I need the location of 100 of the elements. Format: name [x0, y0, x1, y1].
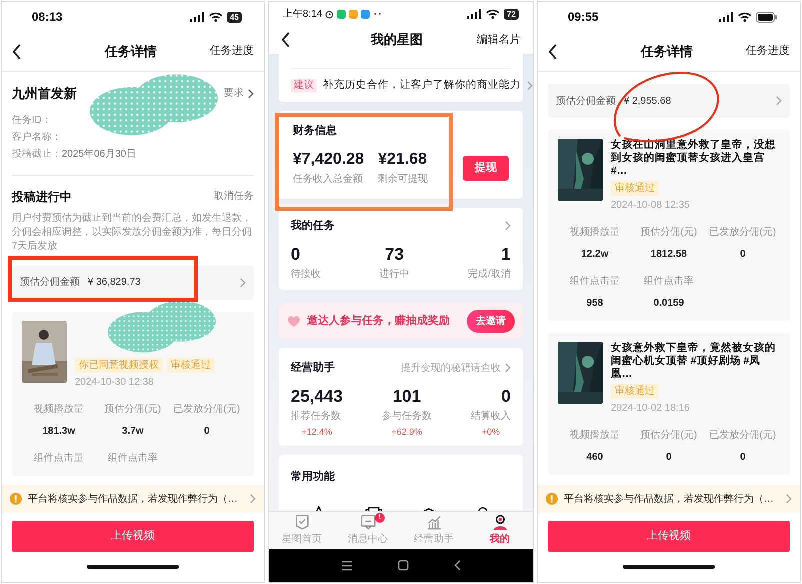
video-date: 2024-10-30 12:38 — [75, 376, 155, 390]
stat-value: 0 — [291, 244, 300, 264]
signal-icon — [467, 9, 482, 19]
stat-value: 0.0159 — [654, 297, 684, 311]
requirements-link[interactable]: 要求 — [224, 86, 244, 102]
withdraw-button[interactable]: 提现 — [463, 156, 509, 180]
stat-label: 已发放分佣(元) — [710, 226, 776, 240]
stat-label: 视频播放量 — [34, 402, 84, 416]
stat-label: 进行中 — [380, 268, 410, 282]
battery-indicator: 45 — [227, 12, 242, 22]
status-time: 上午8:14 — [283, 8, 322, 22]
video-date: 2024-10-08 12:35 — [611, 199, 691, 213]
stat-label: 待接收 — [291, 268, 321, 282]
status-time: 08:13 — [32, 9, 63, 26]
field-label: 投稿截止： — [12, 148, 62, 162]
stat-label: 完成/取消 — [468, 268, 511, 282]
commission-label: 预估分佣金额 — [556, 94, 616, 108]
commission-row[interactable]: 预估分佣金额 ¥ 36,829.73 — [12, 266, 254, 300]
stat-label: 结算收入 — [471, 410, 511, 424]
field-label: 客户名称： — [12, 130, 62, 144]
stat-value: 25,443 — [291, 386, 343, 406]
edit-card-link[interactable]: 编辑名片 — [477, 32, 521, 48]
cancel-task-link[interactable]: 取消任务 — [214, 189, 254, 204]
stat-label: 参与任务数 — [382, 410, 432, 424]
chevron-right-icon — [248, 88, 254, 99]
more-icon — [374, 12, 382, 16]
tab-item[interactable]: 经营助手 — [401, 512, 467, 549]
menu-icon[interactable] — [341, 560, 354, 570]
amount-value: ¥21.68 — [378, 150, 428, 170]
stat-value: 12.2w — [581, 248, 609, 262]
notice-bar[interactable]: 平台将核实参与作品数据，若发现作弊行为（… — [538, 485, 800, 513]
stat-label: 预估分佣(元) — [640, 226, 698, 240]
task-progress-link[interactable]: 任务进度 — [746, 43, 790, 60]
back-icon[interactable] — [548, 44, 558, 60]
invite-button[interactable]: 去邀请 — [467, 310, 515, 332]
upload-video-button[interactable]: 上传视频 — [12, 521, 254, 552]
battery-indicator: 72 — [504, 8, 519, 20]
alarm-icon — [325, 10, 334, 18]
tips-link[interactable]: 提升变现的秘籍请查收 — [401, 360, 501, 376]
chart-icon — [426, 514, 442, 531]
suggestion-tag: 建议 — [291, 78, 317, 92]
stat-value: 0 — [666, 451, 672, 465]
app-notification-icons — [337, 10, 372, 18]
stat-label: 组件点击量 — [34, 452, 84, 466]
stat-value: 181.3w — [42, 424, 76, 438]
tab-item[interactable]: 星图首页 — [269, 512, 335, 549]
card-title: 我的任务 — [291, 218, 335, 234]
task-progress-link[interactable]: 任务进度 — [210, 43, 254, 60]
stat-value: 0 — [204, 424, 210, 438]
amount-label: 剩余可提现 — [378, 172, 428, 186]
status-tag: 你已同意视频授权 — [75, 358, 163, 372]
commission-amount: ¥ 36,829.73 — [88, 276, 142, 290]
invite-text: 邀达人参与任务，赚抽成奖励 — [307, 314, 451, 329]
stat-change: +12.4% — [302, 426, 332, 438]
chevron-right-icon — [786, 494, 792, 504]
battery-icon — [756, 12, 778, 22]
stat-value: 3.7w — [122, 424, 144, 438]
notice-text: 平台将核实参与作品数据，若发现作弊行为（… — [564, 492, 775, 506]
stat-change: +62.9% — [392, 426, 422, 438]
stat-value: 0 — [502, 386, 511, 406]
message-icon — [360, 514, 376, 531]
back-icon[interactable] — [454, 560, 461, 571]
status-tag: 审核通过 — [167, 358, 215, 372]
chevron-right-icon — [776, 96, 782, 106]
signal-icon — [190, 12, 206, 22]
tab-item[interactable]: 我的 — [467, 512, 533, 549]
field-value: 2025年06月30日 — [62, 148, 136, 162]
stat-label: 组件点击量 — [570, 274, 620, 289]
home-button-icon[interactable] — [398, 560, 409, 571]
page-title: 我的星图 — [370, 31, 424, 50]
commission-label: 预估分佣金额 — [20, 276, 80, 290]
wifi-icon — [738, 12, 752, 22]
upload-video-button[interactable]: 上传视频 — [548, 521, 790, 552]
section-title: 投稿进行中 — [12, 188, 72, 206]
stat-value: 0 — [740, 248, 746, 262]
page-title: 任务详情 — [640, 42, 694, 61]
notice-bar[interactable]: 平台将核实参与作品数据，若发现作弊行为（… — [2, 485, 264, 513]
stat-value: 958 — [586, 297, 604, 311]
stat-change: +0% — [482, 426, 500, 438]
status-tag: 审核通过 — [611, 181, 659, 196]
card-title: 经营助手 — [291, 360, 335, 376]
stat-label: 预估分佣(元) — [640, 429, 698, 443]
suggestion-text: 补充历史合作，让客户了解你的商业能力 — [323, 78, 521, 93]
status-time: 09:55 — [568, 9, 599, 26]
stat-value: 73 — [385, 244, 404, 264]
wifi-icon — [209, 12, 224, 22]
warning-icon — [10, 493, 22, 505]
back-icon[interactable] — [12, 44, 22, 60]
stat-label: 组件点击率 — [644, 274, 694, 289]
stat-label: 视频播放量 — [570, 226, 620, 240]
back-icon[interactable] — [281, 32, 291, 48]
heart-icon — [287, 314, 301, 328]
card-title: 常用功能 — [291, 470, 336, 485]
chevron-right-icon — [240, 278, 246, 288]
amount-value: ¥7,420.28 — [293, 150, 364, 170]
card-title: 财务信息 — [293, 124, 338, 139]
video-title: 女孩意外救下皇帝，竟然被女孩的闺蜜心机女顶替 #顶好剧场 #凤凰… — [611, 342, 777, 381]
stat-label: 预估分佣(元) — [104, 402, 162, 416]
stat-value: 0 — [740, 451, 746, 465]
stat-label: 组件点击率 — [108, 452, 158, 466]
